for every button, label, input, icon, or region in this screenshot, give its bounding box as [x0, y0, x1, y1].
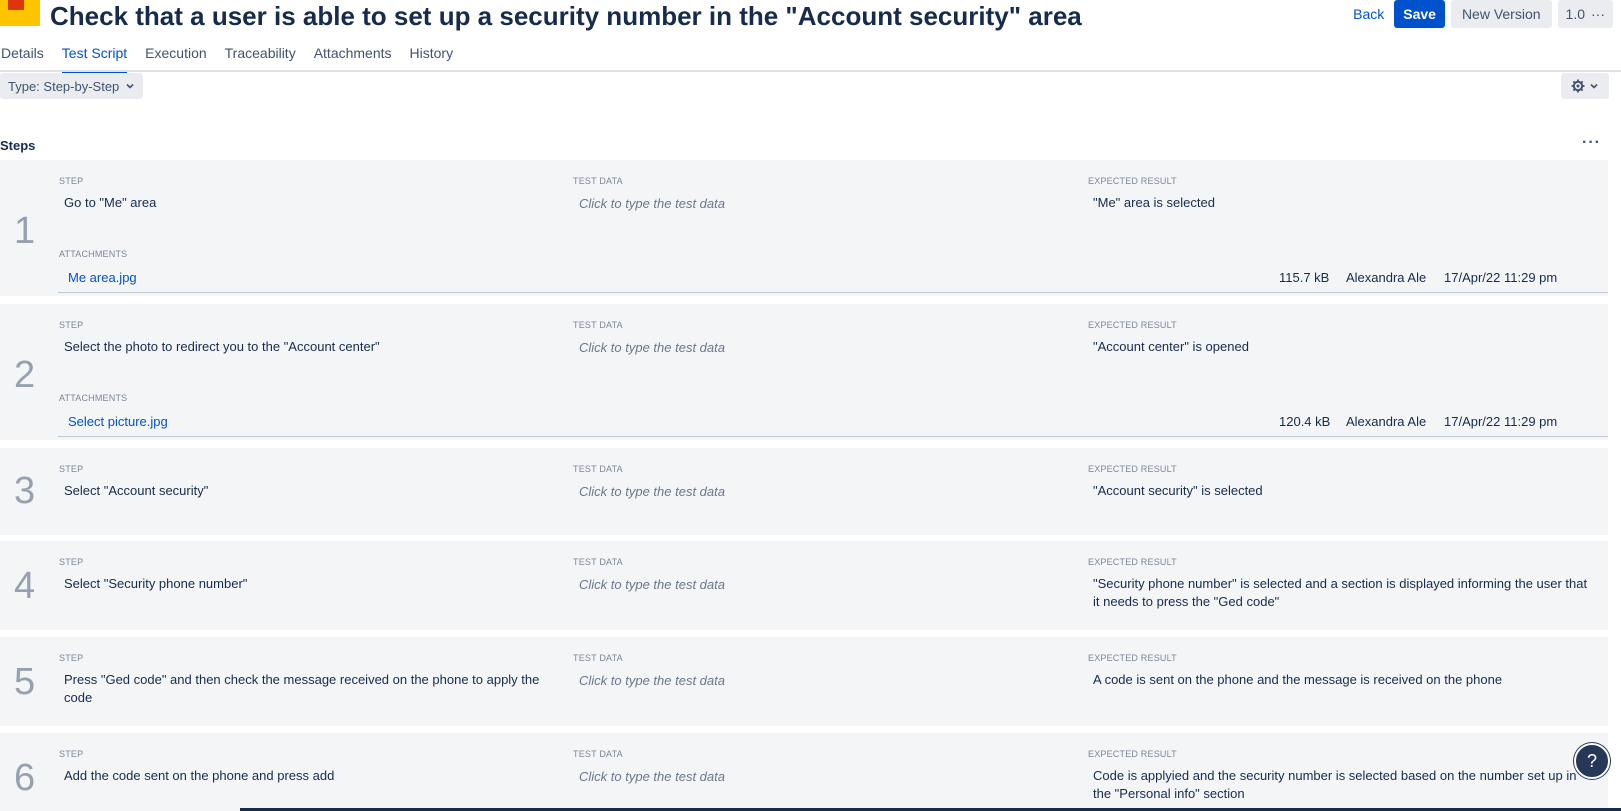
more-icon: ··· — [1591, 6, 1605, 22]
test-data-field[interactable]: Click to type the test data — [579, 577, 725, 592]
tab-traceability[interactable]: Traceability — [216, 36, 305, 72]
page-title: Check that a user is able to set up a se… — [50, 1, 1082, 31]
tab-history[interactable]: History — [401, 36, 463, 72]
gear-icon — [1571, 79, 1585, 93]
page-header: Check that a user is able to set up a se… — [0, 0, 1621, 34]
expected-result-text[interactable]: A code is sent on the phone and the mess… — [1093, 671, 1502, 689]
version-label: 1.0 — [1565, 6, 1585, 22]
step-number: 1 — [14, 210, 36, 252]
type-select[interactable]: Type: Step-by-Step — [0, 73, 144, 99]
step-column-label: STEP — [59, 320, 84, 330]
attachment-date: 17/Apr/22 11:29 pm — [1444, 414, 1558, 429]
step-row[interactable]: 3 STEP TEST DATA EXPECTED RESULT Select … — [0, 448, 1608, 535]
tab-details[interactable]: Details — [0, 36, 53, 72]
test-data-field[interactable]: Click to type the test data — [579, 769, 725, 784]
version-dropdown[interactable]: 1.0 ··· — [1557, 0, 1613, 28]
test-data-column-label: TEST DATA — [573, 557, 623, 567]
expected-result-text[interactable]: "Account center" is opened — [1093, 338, 1249, 356]
step-text[interactable]: Select "Security phone number" — [64, 575, 247, 593]
attachment-size: 115.7 kB — [1279, 270, 1330, 285]
attachment-divider — [58, 292, 1608, 293]
back-button[interactable]: Back — [1349, 6, 1388, 22]
chevron-down-icon — [126, 83, 134, 89]
help-icon: ? — [1586, 750, 1597, 771]
type-select-label: Type: Step-by-Step — [8, 78, 120, 94]
expected-column-label: EXPECTED RESULT — [1088, 176, 1177, 186]
step-number: 5 — [14, 661, 36, 703]
test-data-field[interactable]: Click to type the test data — [579, 340, 725, 355]
attachment-link[interactable]: Select picture.jpg — [68, 414, 168, 429]
step-number: 6 — [14, 757, 36, 799]
step-row[interactable]: 5 STEP TEST DATA EXPECTED RESULT Press "… — [0, 637, 1608, 726]
attachments-label: ATTACHMENTS — [59, 393, 128, 403]
expected-result-text[interactable]: "Me" area is selected — [1093, 194, 1215, 212]
chevron-down-icon — [1590, 83, 1598, 89]
step-row[interactable]: 2 STEP TEST DATA EXPECTED RESULT Select … — [0, 304, 1608, 440]
step-column-label: STEP — [59, 557, 84, 567]
expected-result-line[interactable]: the "Personal info" section — [1093, 785, 1245, 803]
expected-result-line[interactable]: "Security phone number" is selected and … — [1093, 575, 1587, 593]
attachment-author: Alexandra Ale — [1346, 414, 1427, 429]
expected-result-text[interactable]: "Account security" is selected — [1093, 482, 1263, 500]
test-data-column-label: TEST DATA — [573, 749, 623, 759]
steps-more-button[interactable]: ··· — [1582, 134, 1601, 152]
test-data-field[interactable]: Click to type the test data — [579, 484, 725, 499]
attachment-date: 17/Apr/22 11:29 pm — [1444, 270, 1558, 285]
new-version-button[interactable]: New Version — [1450, 0, 1552, 28]
step-column-label: STEP — [59, 653, 84, 663]
step-text[interactable]: Select "Account security" — [64, 482, 208, 500]
attachment-author: Alexandra Ale — [1346, 270, 1427, 285]
expected-column-label: EXPECTED RESULT — [1088, 464, 1177, 474]
step-text[interactable]: Add the code sent on the phone and press… — [64, 767, 334, 785]
step-text[interactable]: Go to "Me" area — [64, 194, 156, 212]
help-button[interactable]: ? — [1574, 743, 1610, 779]
step-column-label: STEP — [59, 749, 84, 759]
tab-attachments[interactable]: Attachments — [305, 36, 401, 72]
step-row[interactable]: 6 STEP TEST DATA EXPECTED RESULT Add the… — [0, 733, 1608, 811]
step-number: 3 — [14, 470, 36, 512]
step-row[interactable]: 4 STEP TEST DATA EXPECTED RESULT Select … — [0, 541, 1608, 630]
save-button[interactable]: Save — [1394, 0, 1445, 28]
settings-dropdown[interactable] — [1561, 73, 1609, 99]
expected-result-line[interactable]: Code is applyied and the security number… — [1093, 767, 1576, 785]
attachments-label: ATTACHMENTS — [59, 249, 128, 259]
step-number: 4 — [14, 565, 36, 607]
step-text-line[interactable]: Press "Ged code" and then check the mess… — [64, 671, 539, 689]
step-text-line[interactable]: code — [64, 689, 92, 707]
tab-bar: Details Test Script Execution Traceabili… — [0, 36, 1621, 74]
app-logo-icon — [0, 0, 40, 26]
expected-column-label: EXPECTED RESULT — [1088, 653, 1177, 663]
test-data-column-label: TEST DATA — [573, 653, 623, 663]
step-column-label: STEP — [59, 464, 84, 474]
steps-heading: Steps — [0, 138, 36, 153]
step-number: 2 — [14, 354, 36, 396]
attachment-divider — [58, 436, 1608, 437]
tab-test-script[interactable]: Test Script — [53, 36, 136, 74]
test-data-column-label: TEST DATA — [573, 320, 623, 330]
attachment-size: 120.4 kB — [1279, 414, 1331, 429]
test-data-column-label: TEST DATA — [573, 176, 623, 186]
expected-column-label: EXPECTED RESULT — [1088, 749, 1177, 759]
test-data-field[interactable]: Click to type the test data — [579, 196, 725, 211]
step-row[interactable]: 1 STEP TEST DATA EXPECTED RESULT Go to "… — [0, 160, 1608, 296]
header-actions: Back Save New Version 1.0 ··· — [1349, 0, 1613, 28]
expected-column-label: EXPECTED RESULT — [1088, 557, 1177, 567]
expected-column-label: EXPECTED RESULT — [1088, 320, 1177, 330]
step-text[interactable]: Select the photo to redirect you to the … — [64, 338, 380, 356]
tab-execution[interactable]: Execution — [136, 36, 215, 72]
test-data-column-label: TEST DATA — [573, 464, 623, 474]
step-column-label: STEP — [59, 176, 84, 186]
attachment-link[interactable]: Me area.jpg — [68, 270, 137, 285]
expected-result-line[interactable]: it needs to press the "Ged code" — [1093, 593, 1279, 611]
test-data-field[interactable]: Click to type the test data — [579, 673, 725, 688]
